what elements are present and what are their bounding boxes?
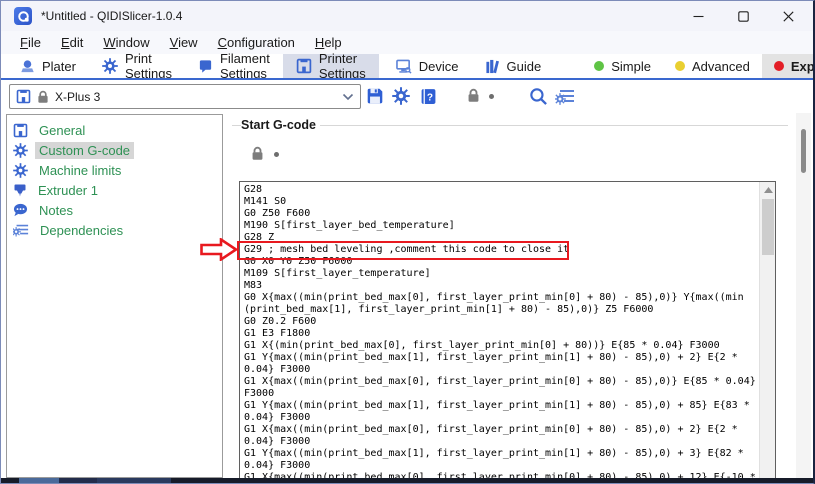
tab-device[interactable]: Device xyxy=(383,54,472,78)
sidebar-item-general[interactable]: General xyxy=(13,120,222,140)
filament-icon xyxy=(198,59,213,74)
simple-mode-dot-icon xyxy=(594,61,604,71)
menu-configuration[interactable]: Configuration xyxy=(208,33,305,52)
device-icon xyxy=(396,59,412,74)
tab-print-settings[interactable]: Print Settings xyxy=(89,54,185,78)
printer-icon xyxy=(296,58,312,74)
app-icon xyxy=(14,7,32,25)
preset-toolbar: X-Plus 3 ? xyxy=(1,80,813,113)
textarea-scroll-thumb[interactable] xyxy=(762,199,774,255)
tab-filament-settings[interactable]: Filament Settings xyxy=(185,54,283,78)
window-title: *Untitled - QIDISlicer-1.0.4 xyxy=(41,9,182,23)
sidebar-item-machine-limits[interactable]: Machine limits xyxy=(13,160,222,180)
menu-view[interactable]: View xyxy=(160,33,208,52)
tab-plater[interactable]: Plater xyxy=(7,54,89,78)
plater-icon xyxy=(20,59,35,74)
printer-preset-combobox[interactable]: X-Plus 3 xyxy=(9,84,361,109)
lock-indicator-icon xyxy=(467,88,480,103)
app-window: *Untitled - QIDISlicer-1.0.4 File Edit W… xyxy=(0,0,815,484)
lock-indicator-icon xyxy=(251,146,264,161)
title-bar: *Untitled - QIDISlicer-1.0.4 xyxy=(1,1,813,31)
chevron-down-icon xyxy=(342,93,354,101)
modified-dot-icon xyxy=(274,152,279,157)
highlight-arrow-icon xyxy=(200,238,238,261)
close-button[interactable] xyxy=(766,1,811,31)
sidebar-item-dependencies[interactable]: Dependencies xyxy=(13,220,222,240)
mode-expert[interactable]: Expert xyxy=(762,54,815,78)
highlight-box xyxy=(237,241,569,260)
lock-icon xyxy=(37,90,49,104)
sidebar-item-notes[interactable]: Notes xyxy=(13,200,222,220)
mode-advanced[interactable]: Advanced xyxy=(663,54,762,78)
extruder-icon xyxy=(13,183,27,198)
gear-icon xyxy=(13,163,28,178)
help-book-button[interactable]: ? xyxy=(415,83,441,109)
section-title: Start G-code xyxy=(241,118,320,132)
tab-bar: Plater Print Settings Filament Settings … xyxy=(1,54,813,78)
gear-icon xyxy=(13,143,28,158)
search-button[interactable] xyxy=(525,83,551,109)
gear-icon xyxy=(102,58,118,74)
expert-mode-dot-icon xyxy=(774,61,784,71)
textarea-scrollbar[interactable] xyxy=(759,182,775,478)
dependencies-icon xyxy=(13,223,29,237)
window-scrollbar[interactable] xyxy=(796,113,811,479)
svg-text:?: ? xyxy=(426,92,432,103)
notes-icon xyxy=(13,203,28,217)
menu-help[interactable]: Help xyxy=(305,33,352,52)
printer-icon xyxy=(16,89,31,104)
menu-edit[interactable]: Edit xyxy=(51,33,93,52)
sidebar-item-custom-gcode[interactable]: Custom G-code xyxy=(13,140,222,160)
advanced-mode-dot-icon xyxy=(675,61,685,71)
tab-printer-settings[interactable]: Printer Settings xyxy=(283,54,379,78)
menu-file[interactable]: File xyxy=(10,33,51,52)
printer-icon xyxy=(13,123,28,138)
tab-guide[interactable]: Guide xyxy=(472,54,555,78)
guide-icon xyxy=(485,59,500,74)
maximize-button[interactable] xyxy=(721,1,766,31)
preset-settings-gear-button[interactable] xyxy=(388,83,414,109)
minimize-button[interactable] xyxy=(676,1,721,31)
window-scroll-thumb[interactable] xyxy=(801,129,806,173)
printer-preset-value: X-Plus 3 xyxy=(55,90,100,104)
mode-simple[interactable]: Simple xyxy=(582,54,663,78)
save-preset-button[interactable] xyxy=(362,83,388,109)
modified-dot-icon xyxy=(489,94,494,99)
search-settings-button[interactable] xyxy=(552,83,578,109)
start-gcode-textarea[interactable]: G28 M141 S0 G0 Z50 F600 M190 S[first_lay… xyxy=(239,181,776,479)
settings-category-sidebar: General Custom G-code Machine limits Ext… xyxy=(6,114,223,478)
menu-bar: File Edit Window View Configuration Help xyxy=(1,31,813,54)
start-gcode-text: G28 M141 S0 G0 Z50 F600 M190 S[first_lay… xyxy=(244,184,756,479)
scroll-up-arrow-icon[interactable] xyxy=(760,182,776,198)
menu-window[interactable]: Window xyxy=(93,33,159,52)
sidebar-item-extruder-1[interactable]: Extruder 1 xyxy=(13,180,222,200)
bottom-edge-strip xyxy=(1,478,813,484)
